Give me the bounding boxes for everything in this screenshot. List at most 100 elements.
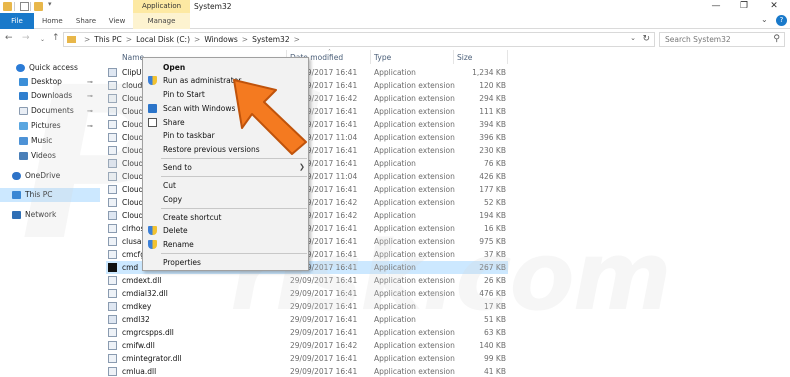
menu-item-create-shortcut[interactable]: Create shortcut [143, 211, 308, 224]
table-row[interactable]: cmlua.dll 29/09/2017 16:41 Application ext… [106, 365, 508, 377]
menu-item-label: Rename [163, 240, 194, 249]
breadcrumb-windows[interactable]: Windows [204, 35, 237, 44]
tab-manage[interactable]: Manage [133, 13, 190, 29]
search-icon[interactable]: ⚲ [773, 34, 780, 44]
quick-access-dropdown-icon[interactable]: ▾ [48, 0, 52, 8]
sidebar-item-this-pc[interactable]: This PC [0, 188, 100, 202]
file-size: 120 KB [479, 81, 506, 90]
menu-item-label: Properties [163, 258, 201, 267]
expand-ribbon-icon[interactable]: ⌄ [761, 15, 768, 24]
folder-icon[interactable] [3, 2, 12, 11]
properties-icon[interactable] [20, 2, 29, 11]
sidebar-item-label: Pictures [31, 121, 61, 130]
defender-icon [148, 104, 157, 113]
menu-item-rename[interactable]: Rename [143, 238, 308, 251]
shield-icon [148, 76, 157, 85]
menu-item-label: Open [163, 63, 186, 72]
column-divider[interactable] [507, 50, 508, 64]
sidebar-item-downloads[interactable]: Downloads ⊸ [0, 89, 100, 103]
file-size: 63 KB [484, 328, 506, 337]
sidebar-item-network[interactable]: Network [0, 208, 100, 222]
pin-icon[interactable]: ⊸ [87, 75, 93, 89]
sidebar-item-videos[interactable]: Videos [0, 149, 100, 163]
tab-file[interactable]: File [0, 13, 34, 29]
sidebar-item-desktop[interactable]: Desktop ⊸ [0, 75, 100, 89]
breadcrumb-separator[interactable]: > [294, 35, 300, 44]
sidebar-item-quick-access[interactable]: Quick access [0, 61, 100, 75]
file-type: Application [374, 315, 416, 324]
sidebar-item-label: Music [31, 136, 53, 145]
table-row[interactable]: cmifw.dll 29/09/2017 16:42 Application ext… [106, 339, 508, 352]
new-folder-icon[interactable] [34, 2, 43, 11]
menu-item-cut[interactable]: Cut [143, 179, 308, 192]
menu-item-delete[interactable]: Delete [143, 224, 308, 237]
dll-file-icon [108, 107, 117, 116]
recent-locations-icon[interactable]: ⌄ [40, 36, 45, 43]
menu-item-properties[interactable]: Properties [143, 256, 308, 269]
refresh-icon[interactable]: ↻ [642, 34, 650, 44]
onedrive-icon [12, 172, 21, 180]
address-dropdown-icon[interactable]: ⌄ [630, 34, 636, 42]
table-row[interactable]: cmdext.dll 29/09/2017 16:41 Application ex… [106, 274, 508, 287]
pin-icon[interactable]: ⊸ [87, 89, 93, 103]
file-size: 41 KB [484, 367, 506, 376]
column-divider[interactable] [370, 50, 371, 64]
downloads-icon [19, 92, 28, 100]
maximize-button[interactable]: ❐ [730, 0, 758, 13]
tab-view[interactable]: View [107, 13, 127, 29]
breadcrumb-separator[interactable]: > [126, 35, 132, 44]
file-date: 29/09/2017 16:41 [290, 289, 358, 298]
column-divider[interactable] [453, 50, 454, 64]
menu-item-send-to[interactable]: Send to ❯ [143, 161, 308, 174]
menu-item-open[interactable]: Open [143, 61, 308, 74]
dll-file-icon [108, 367, 117, 376]
dll-file-icon [108, 250, 117, 259]
breadcrumb: > This PC > Local Disk (C:) > Windows > System3… [80, 33, 304, 46]
table-row[interactable]: cmdl32 29/09/2017 16:41 Application 51 KB [106, 313, 508, 326]
menu-item-label: Pin to Start [163, 90, 205, 99]
file-size: 99 KB [484, 354, 506, 363]
pin-icon[interactable]: ⊸ [87, 119, 93, 133]
close-button[interactable]: ✕ [760, 0, 788, 13]
search-input[interactable]: Search System32 ⚲ [659, 32, 785, 47]
application-icon [108, 211, 117, 220]
help-icon[interactable]: ? [776, 15, 787, 26]
application-icon [108, 68, 117, 77]
dll-file-icon [108, 172, 117, 181]
file-size: 177 KB [479, 185, 506, 194]
file-size: 111 KB [479, 107, 506, 116]
music-icon [19, 137, 28, 145]
column-header-name[interactable]: Name [122, 53, 144, 62]
breadcrumb-local-disk[interactable]: Local Disk (C:) [136, 35, 190, 44]
file-size: 140 KB [479, 341, 506, 350]
dll-file-icon [108, 133, 117, 142]
tab-home[interactable]: Home [42, 13, 63, 29]
column-header-size[interactable]: Size [457, 53, 472, 62]
breadcrumb-separator[interactable]: > [242, 35, 248, 44]
sidebar-item-music[interactable]: Music [0, 134, 100, 148]
breadcrumb-separator[interactable]: > [194, 35, 200, 44]
sidebar-item-onedrive[interactable]: OneDrive [0, 169, 100, 183]
pin-icon[interactable]: ⊸ [87, 104, 93, 118]
file-size: 76 KB [484, 159, 506, 168]
sidebar-item-pictures[interactable]: Pictures ⊸ [0, 119, 100, 133]
dll-file-icon [108, 120, 117, 129]
table-row[interactable]: cmintegrator.dll 29/09/2017 16:41 Applicat… [106, 352, 508, 365]
up-arrow-icon[interactable]: ↑ [52, 33, 60, 43]
table-row[interactable]: cmdial32.dll 29/09/2017 16:41 Application … [106, 287, 508, 300]
tab-share[interactable]: Share [74, 13, 98, 29]
minimize-button[interactable]: — [702, 0, 730, 13]
table-row[interactable]: cmdkey 29/09/2017 16:41 Application 17 KB [106, 300, 508, 313]
back-arrow-icon[interactable]: ← [5, 33, 13, 43]
menu-separator [161, 158, 307, 159]
console-icon [108, 263, 117, 272]
file-type: Application [374, 263, 416, 272]
breadcrumb-this-pc[interactable]: This PC [94, 35, 121, 44]
address-bar[interactable]: > This PC > Local Disk (C:) > Windows > System3… [63, 32, 655, 47]
forward-arrow-icon[interactable]: → [22, 33, 30, 43]
table-row[interactable]: cmgrcspps.dll 29/09/2017 16:41 Application… [106, 326, 508, 339]
sidebar-item-documents[interactable]: Documents ⊸ [0, 104, 100, 118]
column-header-type[interactable]: Type [374, 53, 391, 62]
breadcrumb-system32[interactable]: System32 [252, 35, 290, 44]
menu-item-copy[interactable]: Copy [143, 193, 308, 206]
